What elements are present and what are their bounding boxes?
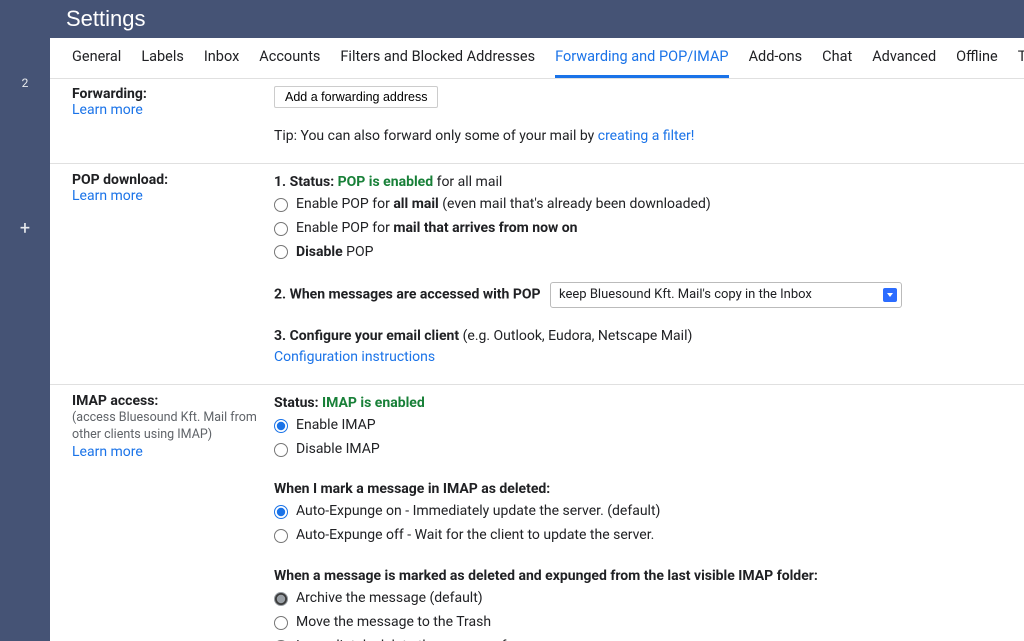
forwarding-title: Forwarding: <box>72 86 264 102</box>
section-pop: POP download: Learn more 1. Status: POP … <box>50 164 1024 385</box>
imap-disable-radio[interactable] <box>274 443 288 457</box>
settings-body: Forwarding: Learn more Add a forwarding … <box>50 78 1024 641</box>
imap-learn-more-link[interactable]: Learn more <box>72 444 143 460</box>
pop-opt2-b: mail that arrives from now on <box>393 220 577 236</box>
forwarding-tip-text: Tip: You can also forward only some of y… <box>274 128 598 144</box>
tab-themes[interactable]: Themes <box>1018 48 1024 78</box>
forwarding-learn-more-link[interactable]: Learn more <box>72 102 143 118</box>
create-filter-link[interactable]: creating a filter! <box>598 128 695 144</box>
archive-message-label: Archive the message (default) <box>296 587 483 611</box>
pop-opt1-c: (even mail that's already been downloade… <box>439 196 711 212</box>
tab-chat[interactable]: Chat <box>822 48 852 78</box>
configuration-instructions-link[interactable]: Configuration instructions <box>274 349 435 365</box>
pop-opt3-b: POP <box>343 244 374 260</box>
imap-title: IMAP access: <box>72 393 264 409</box>
imap-status-value: IMAP is enabled <box>322 395 425 411</box>
pop-status-value: POP is enabled <box>338 174 433 190</box>
imap-enable-label: Enable IMAP <box>296 414 376 438</box>
add-forwarding-address-button[interactable]: Add a forwarding address <box>274 86 438 108</box>
auto-expunge-off-radio[interactable] <box>274 529 288 543</box>
tab-general[interactable]: General <box>72 48 121 78</box>
pop-learn-more-link[interactable]: Learn more <box>72 188 143 204</box>
section-forwarding: Forwarding: Learn more Add a forwarding … <box>50 78 1024 164</box>
tab-offline[interactable]: Offline <box>956 48 998 78</box>
imap-subtitle: (access Bluesound Kft. Mail from other c… <box>72 409 264 444</box>
settings-content: General Labels Inbox Accounts Filters an… <box>50 38 1024 641</box>
tab-labels[interactable]: Labels <box>141 48 184 78</box>
page-title: Settings <box>50 0 1024 38</box>
pop-opt2-a: Enable POP for <box>296 220 393 236</box>
delete-forever-label: Immediately delete the message forever <box>296 635 545 641</box>
auto-expunge-on-radio[interactable] <box>274 505 288 519</box>
pop-title: POP download: <box>72 172 264 188</box>
pop-access-select-value: keep Bluesound Kft. Mail's copy in the I… <box>559 285 812 305</box>
imap-expunge-heading: When a message is marked as deleted and … <box>274 566 1002 587</box>
pop-access-heading: 2. When messages are accessed with POP <box>274 287 541 303</box>
pop-configure-examples: (e.g. Outlook, Eudora, Netscape Mail) <box>459 328 692 344</box>
imap-status-label: Status: <box>274 395 322 411</box>
tab-filters[interactable]: Filters and Blocked Addresses <box>340 48 535 78</box>
auto-expunge-off-label: Auto-Expunge off - Wait for the client t… <box>296 524 654 548</box>
pop-opt1-b: all mail <box>393 196 438 212</box>
tab-accounts[interactable]: Accounts <box>259 48 320 78</box>
pop-enable-all-radio[interactable] <box>274 198 288 212</box>
imap-mark-deleted-heading: When I mark a message in IMAP as deleted… <box>274 479 1002 500</box>
dropdown-caret-icon <box>883 288 897 302</box>
tab-forwarding-pop-imap[interactable]: Forwarding and POP/IMAP <box>555 48 728 78</box>
pop-access-select[interactable]: keep Bluesound Kft. Mail's copy in the I… <box>550 282 902 308</box>
pop-disable-radio[interactable] <box>274 245 288 259</box>
section-imap: IMAP access: (access Bluesound Kft. Mail… <box>50 385 1024 641</box>
pop-status-label: 1. Status: <box>274 174 338 190</box>
archive-message-radio[interactable] <box>274 592 288 606</box>
tab-inbox[interactable]: Inbox <box>204 48 239 78</box>
tab-advanced[interactable]: Advanced <box>872 48 936 78</box>
tab-addons[interactable]: Add-ons <box>749 48 803 78</box>
compose-plus-icon[interactable]: + <box>20 218 30 239</box>
auto-expunge-on-label: Auto-Expunge on - Immediately update the… <box>296 500 660 524</box>
mail-count-badge: 2 <box>22 76 29 90</box>
imap-disable-label: Disable IMAP <box>296 438 380 462</box>
left-rail: 2 + <box>0 0 50 641</box>
imap-enable-radio[interactable] <box>274 419 288 433</box>
pop-enable-now-radio[interactable] <box>274 222 288 236</box>
pop-opt1-a: Enable POP for <box>296 196 393 212</box>
move-to-trash-label: Move the message to the Trash <box>296 611 491 635</box>
pop-configure-heading: 3. Configure your email client <box>274 328 459 344</box>
pop-status-suffix: for all mail <box>433 174 502 190</box>
settings-tabs: General Labels Inbox Accounts Filters an… <box>50 38 1024 79</box>
move-to-trash-radio[interactable] <box>274 616 288 630</box>
pop-opt3-a: Disable <box>296 244 343 260</box>
